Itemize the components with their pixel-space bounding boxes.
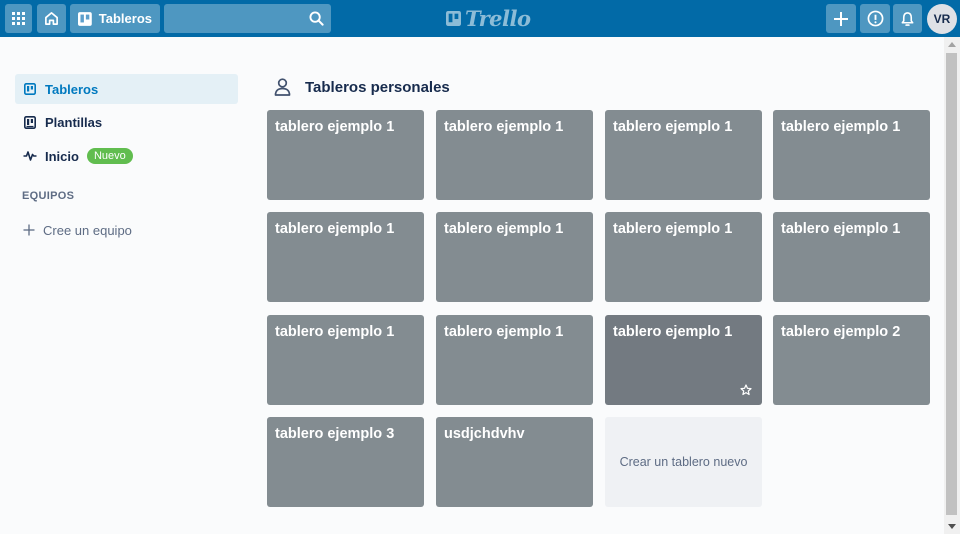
person-icon: [274, 78, 291, 96]
section-header: Tableros personales: [274, 78, 450, 96]
search-icon[interactable]: [309, 11, 324, 26]
board-tile-title: tablero ejemplo 1: [444, 324, 564, 340]
new-badge: Nuevo: [86, 148, 133, 164]
sidebar-item-inicio[interactable]: Inicio Nuevo: [15, 141, 238, 171]
vertical-scrollbar[interactable]: [944, 37, 960, 534]
board-tile-title: tablero ejemplo 1: [444, 221, 564, 237]
bell-icon: [901, 11, 914, 26]
info-icon: [867, 10, 883, 27]
create-button[interactable]: [826, 4, 856, 33]
board-tile[interactable]: tablero ejemplo 1: [436, 110, 593, 200]
sidebar-item-plantillas[interactable]: Plantillas: [15, 108, 238, 138]
create-team-button[interactable]: Cree un equipo: [15, 216, 238, 244]
board-tile[interactable]: tablero ejemplo 1: [605, 315, 762, 405]
boards-button-label: Tableros: [98, 11, 152, 26]
board-tile[interactable]: tablero ejemplo 2: [773, 315, 930, 405]
board-tile[interactable]: tablero ejemplo 1: [436, 212, 593, 302]
board-tile[interactable]: tablero ejemplo 1: [605, 212, 762, 302]
home-button[interactable]: [37, 4, 66, 33]
logo-text: Trello: [465, 5, 531, 31]
board-icon: [23, 82, 37, 96]
board-tile[interactable]: tablero ejemplo 1: [267, 212, 424, 302]
board-tile-title: tablero ejemplo 1: [613, 221, 733, 237]
template-icon: [23, 116, 37, 130]
scroll-down-arrow-icon[interactable]: [948, 524, 956, 529]
board-tile-title: tablero ejemplo 1: [444, 119, 564, 135]
board-tile-title: usdjchdvhv: [444, 426, 525, 442]
board-tile-title: tablero ejemplo 1: [613, 324, 733, 340]
avatar[interactable]: VR: [927, 4, 957, 34]
scroll-up-arrow-icon[interactable]: [948, 42, 956, 47]
board-tile-title: tablero ejemplo 1: [781, 221, 901, 237]
trello-logo-icon: [446, 10, 461, 26]
sidebar-item-tableros[interactable]: Tableros: [15, 74, 238, 104]
board-tile[interactable]: tablero ejemplo 1: [267, 315, 424, 405]
board-tile-title: tablero ejemplo 1: [275, 119, 395, 135]
board-tile[interactable]: usdjchdvhv: [436, 417, 593, 507]
board-tile[interactable]: tablero ejemplo 3: [267, 417, 424, 507]
board-tile-title: tablero ejemplo 2: [781, 324, 901, 340]
info-button[interactable]: [860, 4, 890, 33]
board-tile[interactable]: tablero ejemplo 1: [773, 212, 930, 302]
trello-logo[interactable]: Trello: [446, 5, 531, 31]
search-input[interactable]: [164, 4, 304, 33]
board-tile[interactable]: tablero ejemplo 1: [605, 110, 762, 200]
plus-icon: [23, 224, 35, 236]
create-team-label: Cree un equipo: [43, 222, 132, 238]
plus-icon: [834, 11, 848, 26]
create-board-label: Crear un tablero nuevo: [619, 455, 748, 469]
grid-icon: [12, 12, 25, 25]
teams-heading: EQUIPOS: [22, 190, 75, 202]
board-tile-title: tablero ejemplo 3: [275, 426, 395, 442]
board-tile[interactable]: tablero ejemplo 1: [267, 110, 424, 200]
boards-button[interactable]: Tableros: [70, 4, 160, 33]
top-header: Tableros Trello VR: [0, 0, 960, 37]
board-tile-title: tablero ejemplo 1: [613, 119, 733, 135]
notifications-button[interactable]: [893, 4, 922, 33]
star-icon[interactable]: [740, 384, 752, 396]
board-tile[interactable]: tablero ejemplo 1: [773, 110, 930, 200]
sidebar-item-label: Plantillas: [45, 115, 103, 130]
create-board-tile[interactable]: Crear un tablero nuevo: [605, 417, 762, 507]
board-icon: [78, 11, 92, 26]
sidebar-item-label: Tableros: [45, 81, 99, 97]
apps-button[interactable]: [5, 4, 32, 33]
board-tile-title: tablero ejemplo 1: [781, 119, 901, 135]
activity-icon: [23, 149, 37, 163]
sidebar: Tableros Plantillas Inicio Nuevo EQUIPOS…: [15, 74, 238, 244]
board-tile[interactable]: tablero ejemplo 1: [436, 315, 593, 405]
scroll-thumb[interactable]: [946, 53, 957, 515]
home-icon: [45, 12, 58, 25]
board-tile-title: tablero ejemplo 1: [275, 324, 395, 340]
sidebar-item-label: Inicio: [45, 148, 79, 164]
search-box[interactable]: [164, 4, 331, 33]
board-tile-title: tablero ejemplo 1: [275, 221, 395, 237]
section-title: Tableros personales: [305, 78, 450, 96]
